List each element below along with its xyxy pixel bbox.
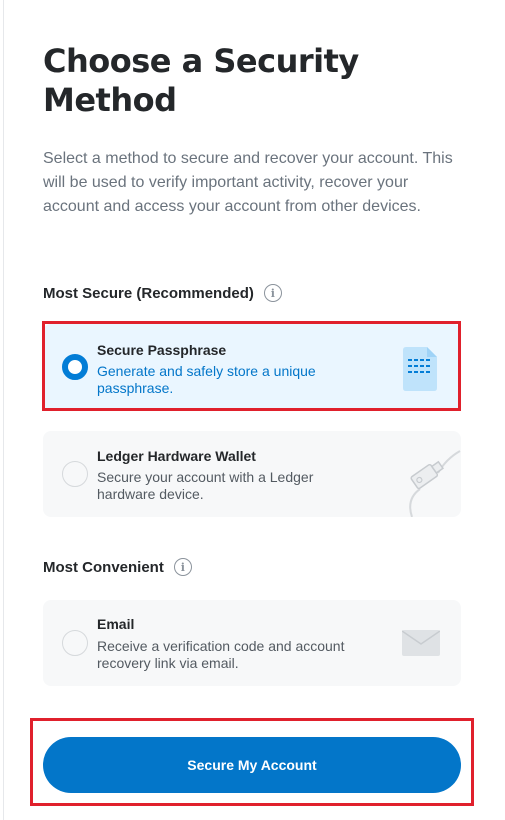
- section-label-text: Most Secure (Recommended): [43, 284, 254, 302]
- section-label-most-convenient: Most Convenient i: [43, 558, 192, 576]
- radio-button-unselected[interactable]: [62, 461, 88, 487]
- info-icon[interactable]: i: [173, 558, 192, 576]
- option-title: Ledger Hardware Wallet: [97, 448, 256, 464]
- option-secure-passphrase[interactable]: Secure Passphrase Generate and safely st…: [43, 324, 461, 410]
- radio-button-unselected[interactable]: [62, 630, 88, 656]
- option-description: Receive a verification code and account …: [97, 638, 345, 671]
- page-title: Choose a Security Method: [43, 42, 359, 119]
- option-title: Secure Passphrase: [97, 342, 227, 358]
- document-icon: [403, 347, 437, 391]
- option-title: Email: [97, 616, 135, 632]
- secure-my-account-button[interactable]: Secure My Account: [43, 737, 461, 793]
- info-icon[interactable]: i: [263, 284, 282, 302]
- page-description: Select a method to secure and recover yo…: [43, 150, 453, 215]
- option-email[interactable]: Email Receive a verification code and ac…: [43, 600, 461, 686]
- envelope-icon: [402, 630, 440, 656]
- section-label-most-secure: Most Secure (Recommended) i: [43, 284, 282, 302]
- radio-button-selected[interactable]: [62, 354, 88, 380]
- section-label-text: Most Convenient: [43, 558, 164, 576]
- option-ledger-hardware-wallet[interactable]: Ledger Hardware Wallet Secure your accou…: [43, 431, 461, 517]
- option-description: Secure your account with a Ledger hardwa…: [97, 469, 314, 502]
- page-divider: [3, 0, 4, 820]
- option-description: Generate and safely store a unique passp…: [97, 363, 316, 396]
- usb-device-icon: [409, 450, 461, 517]
